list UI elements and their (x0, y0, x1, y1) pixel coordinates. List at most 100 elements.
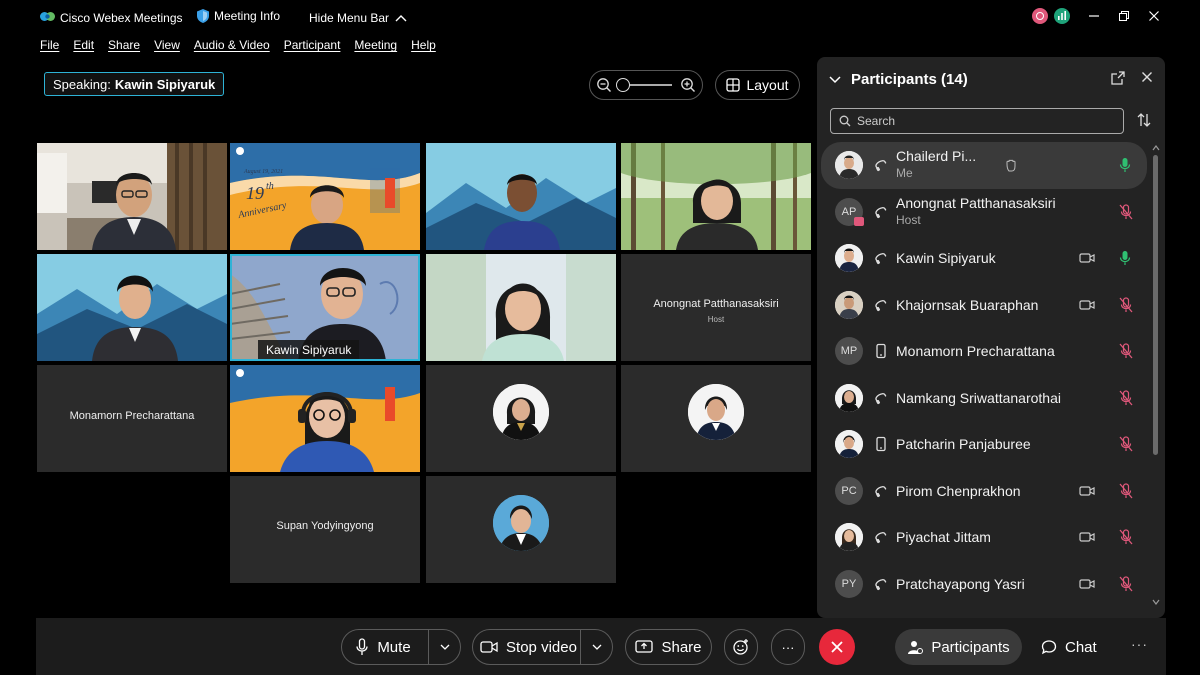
search-input[interactable] (857, 114, 1097, 128)
avatar: PC (835, 476, 863, 505)
minimize-icon[interactable] (1088, 10, 1100, 22)
menu-share[interactable]: Share (108, 38, 140, 52)
leave-meeting-button[interactable] (819, 629, 855, 665)
microphone-muted-icon[interactable] (1119, 297, 1133, 313)
list-item[interactable]: AP Anongnat Patthanasaksiri Host (821, 189, 1147, 236)
chevron-down-icon[interactable] (829, 75, 841, 84)
participant-name: Khajornsak Buaraphan (896, 296, 1039, 313)
video-tile-anongnat[interactable]: Anongnat Patthanasaksiri Host (621, 254, 811, 361)
scroll-down-icon[interactable] (1152, 599, 1160, 605)
mute-button[interactable]: Mute (341, 629, 461, 665)
headset-icon (875, 392, 887, 404)
participant-role: Host (896, 212, 921, 227)
microphone-muted-icon[interactable] (1119, 390, 1133, 406)
zoom-slider[interactable] (616, 78, 672, 92)
speaking-indicator: Speaking: Kawin Sipiyaruk (44, 72, 225, 96)
close-icon[interactable] (1148, 10, 1160, 22)
video-camera-icon[interactable] (1079, 299, 1095, 311)
menu-view[interactable]: View (154, 38, 180, 52)
list-item[interactable]: Patcharin Panjaburee (821, 421, 1147, 468)
chevron-down-icon[interactable] (592, 644, 602, 650)
headset-icon (875, 160, 887, 172)
microphone-icon[interactable] (1119, 250, 1131, 266)
microphone-muted-icon[interactable] (1119, 204, 1133, 220)
video-tile-banner-presenter[interactable]: 19 th Anniversary August 19, 2021 (230, 143, 420, 250)
menu-file[interactable]: File (40, 38, 59, 52)
network-stats-icon[interactable] (1054, 8, 1070, 24)
menu-meeting[interactable]: Meeting (354, 38, 397, 52)
layout-button[interactable]: Layout (715, 70, 800, 100)
list-item[interactable]: Khajornsak Buaraphan (821, 282, 1147, 329)
avatar-initials: AP (841, 205, 857, 218)
sort-icon[interactable] (1137, 113, 1151, 127)
chat-button[interactable]: Chat (1041, 629, 1097, 665)
avatar (835, 151, 863, 180)
raise-hand-icon[interactable] (1005, 158, 1017, 172)
video-tile-avatar-3[interactable] (426, 476, 616, 583)
list-item[interactable]: Piyachat Jittam (821, 514, 1147, 561)
list-item[interactable]: PY Pratchayapong Yasri (821, 561, 1147, 608)
menu-help[interactable]: Help (411, 38, 436, 52)
webex-logo-icon (40, 12, 55, 21)
video-camera-icon[interactable] (1079, 578, 1095, 590)
video-tile-mountain-man-2[interactable] (37, 254, 227, 361)
chevron-down-icon[interactable] (440, 644, 450, 650)
list-item[interactable]: MP Monamorn Precharattana (821, 328, 1147, 375)
scroll-up-icon[interactable] (1152, 145, 1160, 151)
video-tile-office[interactable] (37, 143, 227, 250)
microphone-muted-icon[interactable] (1119, 436, 1133, 452)
microphone-muted-icon[interactable] (1119, 529, 1133, 545)
meeting-control-bar: Mute Stop video Share ··· Participants C… (36, 618, 1166, 675)
window-controls (1032, 8, 1160, 24)
video-tile-headphone-woman[interactable] (230, 365, 420, 472)
share-button[interactable]: Share (625, 629, 712, 665)
hide-menu-bar-button[interactable]: Hide Menu Bar (309, 11, 407, 25)
recording-icon[interactable] (1032, 8, 1048, 24)
participant-video (37, 254, 227, 361)
list-item[interactable]: Chailerd Pi... Me (821, 142, 1147, 189)
video-tile-avatar-1[interactable] (426, 365, 616, 472)
grid-layout-icon (726, 78, 741, 92)
scroll-thumb[interactable] (1153, 155, 1158, 455)
more-options-button[interactable]: ··· (771, 629, 805, 665)
chevron-up-icon (395, 15, 407, 22)
headset-icon (875, 253, 887, 265)
meeting-info-button[interactable]: Meeting Info (197, 9, 280, 23)
overflow-menu-button[interactable]: ··· (1131, 636, 1148, 652)
avatar (835, 290, 863, 319)
video-tile-monamorn[interactable]: Monamorn Precharattana (37, 365, 227, 472)
zoom-out-icon[interactable] (596, 77, 612, 93)
video-camera-icon[interactable] (1079, 531, 1095, 543)
video-tile-active-speaker[interactable]: Kawin Sipiyaruk (230, 254, 420, 361)
video-tile-supan[interactable]: Supan Yodyingyong (230, 476, 420, 583)
video-camera-icon[interactable] (1079, 252, 1095, 264)
zoom-in-icon[interactable] (680, 77, 696, 93)
video-tile-avatar-2[interactable] (621, 365, 811, 472)
menu-edit[interactable]: Edit (73, 38, 94, 52)
video-tile-window-woman[interactable] (426, 254, 616, 361)
participants-toggle-button[interactable]: Participants (895, 629, 1022, 665)
participant-list-scrollbar[interactable] (1152, 145, 1160, 605)
list-item[interactable]: Kawin Sipiyaruk (821, 235, 1147, 282)
restore-icon[interactable] (1118, 10, 1130, 22)
participant-list: Chailerd Pi... Me AP Anongnat Patthanasa… (821, 142, 1147, 607)
participant-name: Piyachat Jittam (896, 529, 991, 545)
participant-name: Monamorn Precharattana (896, 343, 1055, 359)
close-icon[interactable] (1141, 71, 1153, 83)
menu-audio-video[interactable]: Audio & Video (194, 38, 270, 52)
microphone-muted-icon[interactable] (1119, 576, 1133, 592)
pop-out-icon[interactable] (1111, 71, 1125, 85)
stop-video-button[interactable]: Stop video (472, 629, 613, 665)
participant-video (230, 365, 420, 472)
microphone-muted-icon[interactable] (1119, 483, 1133, 499)
list-item[interactable]: Namkang Sriwattanarothai (821, 375, 1147, 422)
microphone-muted-icon[interactable] (1119, 343, 1133, 359)
menu-participant[interactable]: Participant (284, 38, 341, 52)
video-camera-icon[interactable] (1079, 485, 1095, 497)
reactions-button[interactable] (724, 629, 758, 665)
video-tile-forest-woman[interactable] (621, 143, 811, 250)
video-tile-mountain-man[interactable] (426, 143, 616, 250)
panel-title: Participants (14) (851, 71, 968, 88)
list-item[interactable]: PC Pirom Chenprakhon (821, 468, 1147, 515)
microphone-icon[interactable] (1119, 157, 1131, 173)
